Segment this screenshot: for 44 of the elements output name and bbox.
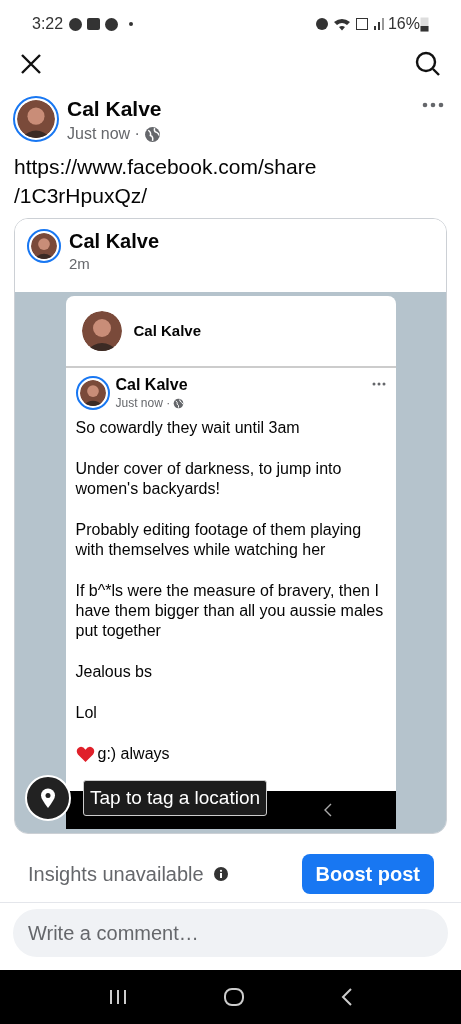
post-text: https://www.facebook.com/share /1C3rHpuxQz/ [13,154,318,209]
location-tooltip: Tap to tag a location [83,779,268,817]
close-icon[interactable] [20,53,42,75]
info-icon[interactable] [213,867,228,881]
insights-label: Insights unavailable [28,862,204,887]
globe-icon [143,125,161,143]
link-preview-card[interactable] [14,218,447,834]
post-paragraph: Probably editing footage of them playing with themselves while watching her [75,520,363,560]
recent-apps-icon[interactable] [108,989,127,1005]
avatar [79,380,106,406]
post-time: Just now · [67,124,140,144]
back-icon [323,803,332,817]
battery-percent: 16% [387,14,420,34]
status-time: 3:22 [32,14,64,34]
post-paragraph: If b^*ls were the measure of bravery, then I have them bigger than all you aussie males put together [75,581,385,641]
post-paragraph: So cowardly they wait until 3am [75,418,301,438]
globe-icon [173,397,185,409]
comment-field[interactable]: Write a comment… [13,909,448,957]
post-paragraph: Jealous bs [75,662,153,682]
post-time: Just now · [115,395,171,412]
back-icon[interactable] [340,988,353,1006]
author-name[interactable]: Cal Kalve [67,96,414,122]
post-paragraph: Under cover of darkness, to jump into women's backyards! [75,459,343,499]
wifi-icon [333,17,350,31]
post-paragraph: g:) always [97,744,170,764]
avatar [81,311,122,351]
profile-name: Cal Kalve [133,320,202,341]
location-button[interactable] [25,775,71,821]
author-name: Cal Kalve [69,229,160,253]
heart-icon [75,745,95,763]
post-time: 2m [69,254,91,274]
battery-icon [420,16,429,32]
more-icon [371,382,386,386]
avatar [31,233,57,259]
more-icon[interactable] [422,102,444,108]
avatar [17,100,55,138]
home-icon[interactable] [223,988,244,1006]
dot-icon [129,22,134,26]
signal-icon [373,18,384,30]
post-paragraph: Lol [75,703,98,723]
location-pin-icon [40,787,56,809]
search-icon[interactable] [415,51,441,77]
boost-post-button[interactable]: Boost post [301,854,434,894]
author-name: Cal Kalve [115,376,189,394]
